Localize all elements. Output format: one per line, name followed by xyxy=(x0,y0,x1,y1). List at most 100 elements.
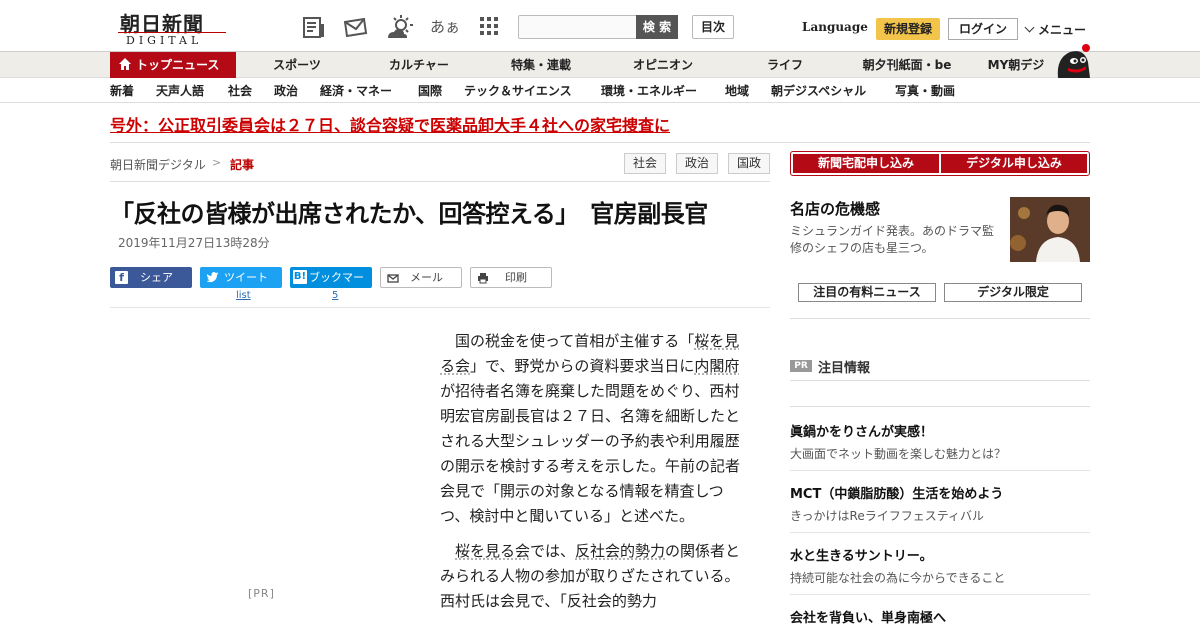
divider xyxy=(110,307,770,308)
tab-featured-paid[interactable]: 注目の有料ニュース xyxy=(798,283,936,302)
nav-politics[interactable]: 政治 xyxy=(274,79,298,103)
ad-title: 水と生きるサントリー。 xyxy=(790,549,933,564)
nav-sports[interactable]: スポーツ xyxy=(258,52,336,78)
asahi-logo[interactable]: 朝日新聞 DIGITAL xyxy=(112,8,230,48)
facebook-share-button[interactable]: f シェア xyxy=(110,267,192,288)
tab-digital-only[interactable]: デジタル限定 xyxy=(944,283,1082,302)
nav-opinion[interactable]: オピニオン xyxy=(620,52,706,78)
notice-heading: 注目情報 xyxy=(818,361,871,376)
text: では、 xyxy=(530,542,576,560)
nav-region[interactable]: 地域 xyxy=(725,79,749,103)
search-button[interactable]: 検 索 xyxy=(636,15,678,39)
search-input[interactable] xyxy=(518,15,638,39)
nav-tensei-jingo[interactable]: 天声人語 xyxy=(156,79,204,103)
subscribe-paper-button[interactable]: 新聞宅配申し込み xyxy=(793,154,939,173)
mail-icon[interactable] xyxy=(342,14,368,40)
hatena-count[interactable]: 5 xyxy=(332,290,338,301)
nav-paper-be[interactable]: 朝夕刊紙面・be xyxy=(850,52,964,78)
mail-share-label: メール xyxy=(410,271,443,284)
divider xyxy=(790,532,1090,533)
ad-item[interactable]: 水と生きるサントリー。 持続可能な社会の為に今からできること xyxy=(790,545,1090,586)
nav-economy[interactable]: 経済・マネー xyxy=(320,79,392,103)
tag-national-politics[interactable]: 国政 xyxy=(728,153,770,174)
nav-special[interactable]: 朝デジスペシャル xyxy=(771,79,866,103)
nav-features[interactable]: 特集・連載 xyxy=(496,52,586,78)
ad-desc: 持続可能な社会の為に今からできること xyxy=(790,571,1006,585)
article-date: 2019年11月27日13時28分 xyxy=(118,236,270,250)
article-paragraph: 桜を見る会では、反社会的勢力の関係者とみられる人物の参加が取りざたされている。西… xyxy=(440,539,752,614)
nav-photo-video[interactable]: 写真・動画 xyxy=(895,79,955,103)
ad-title: MCT（中鎖脂肪酸）生活を始めよう xyxy=(790,487,1004,502)
language-link[interactable]: Language xyxy=(802,20,868,34)
nav-society[interactable]: 社会 xyxy=(228,79,252,103)
subscribe-digital-button[interactable]: デジタル申し込み xyxy=(941,154,1087,173)
logo-divider xyxy=(118,32,226,33)
promo-title[interactable]: 名店の危機感 xyxy=(790,198,880,219)
font-size-icon[interactable]: あぁ xyxy=(430,14,460,40)
twitter-share-button[interactable]: ツイート xyxy=(200,267,282,288)
divider xyxy=(790,594,1090,595)
nav-life[interactable]: ライフ xyxy=(752,52,818,78)
pr-label: [PR] xyxy=(248,587,275,600)
nav-my-asadigi[interactable]: MY朝デジ xyxy=(980,52,1052,78)
divider xyxy=(110,142,1090,143)
nav-international[interactable]: 国際 xyxy=(418,79,442,103)
divider xyxy=(110,181,770,182)
ad-desc: 大画面でネット動画を楽しむ魅力とは？ xyxy=(790,447,1007,461)
hatena-bookmark-label: ブックマーク xyxy=(309,271,364,305)
nav-latest[interactable]: 新着 xyxy=(110,79,134,103)
article-headline: 「反社の皆様が出席されたか、回答控える」 官房副長官 xyxy=(110,199,708,228)
twitter-list-link[interactable]: list xyxy=(236,290,251,301)
divider xyxy=(790,470,1090,471)
divider xyxy=(790,406,1090,407)
print-icon xyxy=(477,271,489,290)
chevron-down-icon xyxy=(1024,22,1035,33)
register-button[interactable]: 新規登録 xyxy=(876,18,940,40)
facebook-icon: f xyxy=(115,271,128,284)
breadcrumb-home[interactable]: 朝日新聞デジタル xyxy=(110,156,206,173)
article-body: 国の税金を使って首相が主催する「桜を見る会 」で、野党からの資料要求当日に内閣府が… xyxy=(440,329,752,624)
text: 国の税金を使って首相が主催する「 xyxy=(455,332,695,350)
mail-share-button[interactable]: メール xyxy=(380,267,462,288)
grid-icon[interactable] xyxy=(476,14,502,40)
contents-button[interactable]: 目次 xyxy=(692,15,734,39)
hatena-icon: B! xyxy=(293,270,307,284)
twitter-share-label: ツイート xyxy=(224,271,268,284)
menu-label: メニュー xyxy=(1038,23,1087,37)
print-label: 印刷 xyxy=(505,271,527,284)
ad-item[interactable]: MCT（中鎖脂肪酸）生活を始めよう きっかけはReライフフェスティバル xyxy=(790,483,1090,524)
divider xyxy=(790,380,1090,381)
text: が招待者名簿を廃棄した問題をめぐり、西村明宏官房副長官は２７日、名簿を細断したと… xyxy=(440,382,741,525)
mail-icon xyxy=(387,271,399,290)
ad-title: 眞鍋かをりさんが実感！ xyxy=(790,425,934,440)
hatena-bookmark-button[interactable]: B! ブックマーク xyxy=(290,267,372,305)
paper-icon[interactable] xyxy=(301,14,327,40)
keyword-link[interactable]: 桜を見る会 xyxy=(455,542,530,560)
breaking-news-link[interactable]: 号外：公正取引委員会は２７日、談合容疑で医薬品卸大手４社への家宅捜査に xyxy=(110,112,670,136)
facebook-share-label: シェア xyxy=(140,271,173,284)
keyword-link[interactable]: 内閣府 xyxy=(694,357,739,375)
breadcrumb-current: 記事 xyxy=(230,158,255,172)
keyword-link[interactable]: 反社会的勢力 xyxy=(575,542,665,560)
weather-icon[interactable] xyxy=(385,14,413,40)
tag-society[interactable]: 社会 xyxy=(624,153,666,174)
login-button[interactable]: ログイン xyxy=(948,18,1018,40)
ad-item[interactable]: 会社を背負い、単身南極へ xyxy=(790,607,1090,626)
logo-english: DIGITAL xyxy=(126,34,203,47)
pr-badge: PR xyxy=(790,360,812,372)
promo-text[interactable]: ミシュランガイド発表。あのドラマ監修のシェフの店も星三つ。 xyxy=(790,223,1002,257)
promo-photo[interactable] xyxy=(1010,197,1090,262)
breadcrumb-separator: > xyxy=(212,156,222,169)
nav-culture[interactable]: カルチャー xyxy=(378,52,460,78)
home-icon xyxy=(118,57,132,71)
nav-environment[interactable]: 環境・エネルギー xyxy=(601,79,697,103)
text: 」で、野党からの資料要求当日に xyxy=(470,357,695,375)
tag-politics[interactable]: 政治 xyxy=(676,153,718,174)
menu-button[interactable]: メニュー xyxy=(1024,21,1087,38)
nav-tech-science[interactable]: テック＆サイエンス xyxy=(464,79,572,103)
print-button[interactable]: 印刷 xyxy=(470,267,552,288)
twitter-icon xyxy=(206,270,220,291)
subscribe-box: 新聞宅配申し込み デジタル申し込み xyxy=(790,151,1090,176)
ad-item[interactable]: 眞鍋かをりさんが実感！ 大画面でネット動画を楽しむ魅力とは？ xyxy=(790,421,1090,462)
mascot-icon xyxy=(1054,42,1092,78)
